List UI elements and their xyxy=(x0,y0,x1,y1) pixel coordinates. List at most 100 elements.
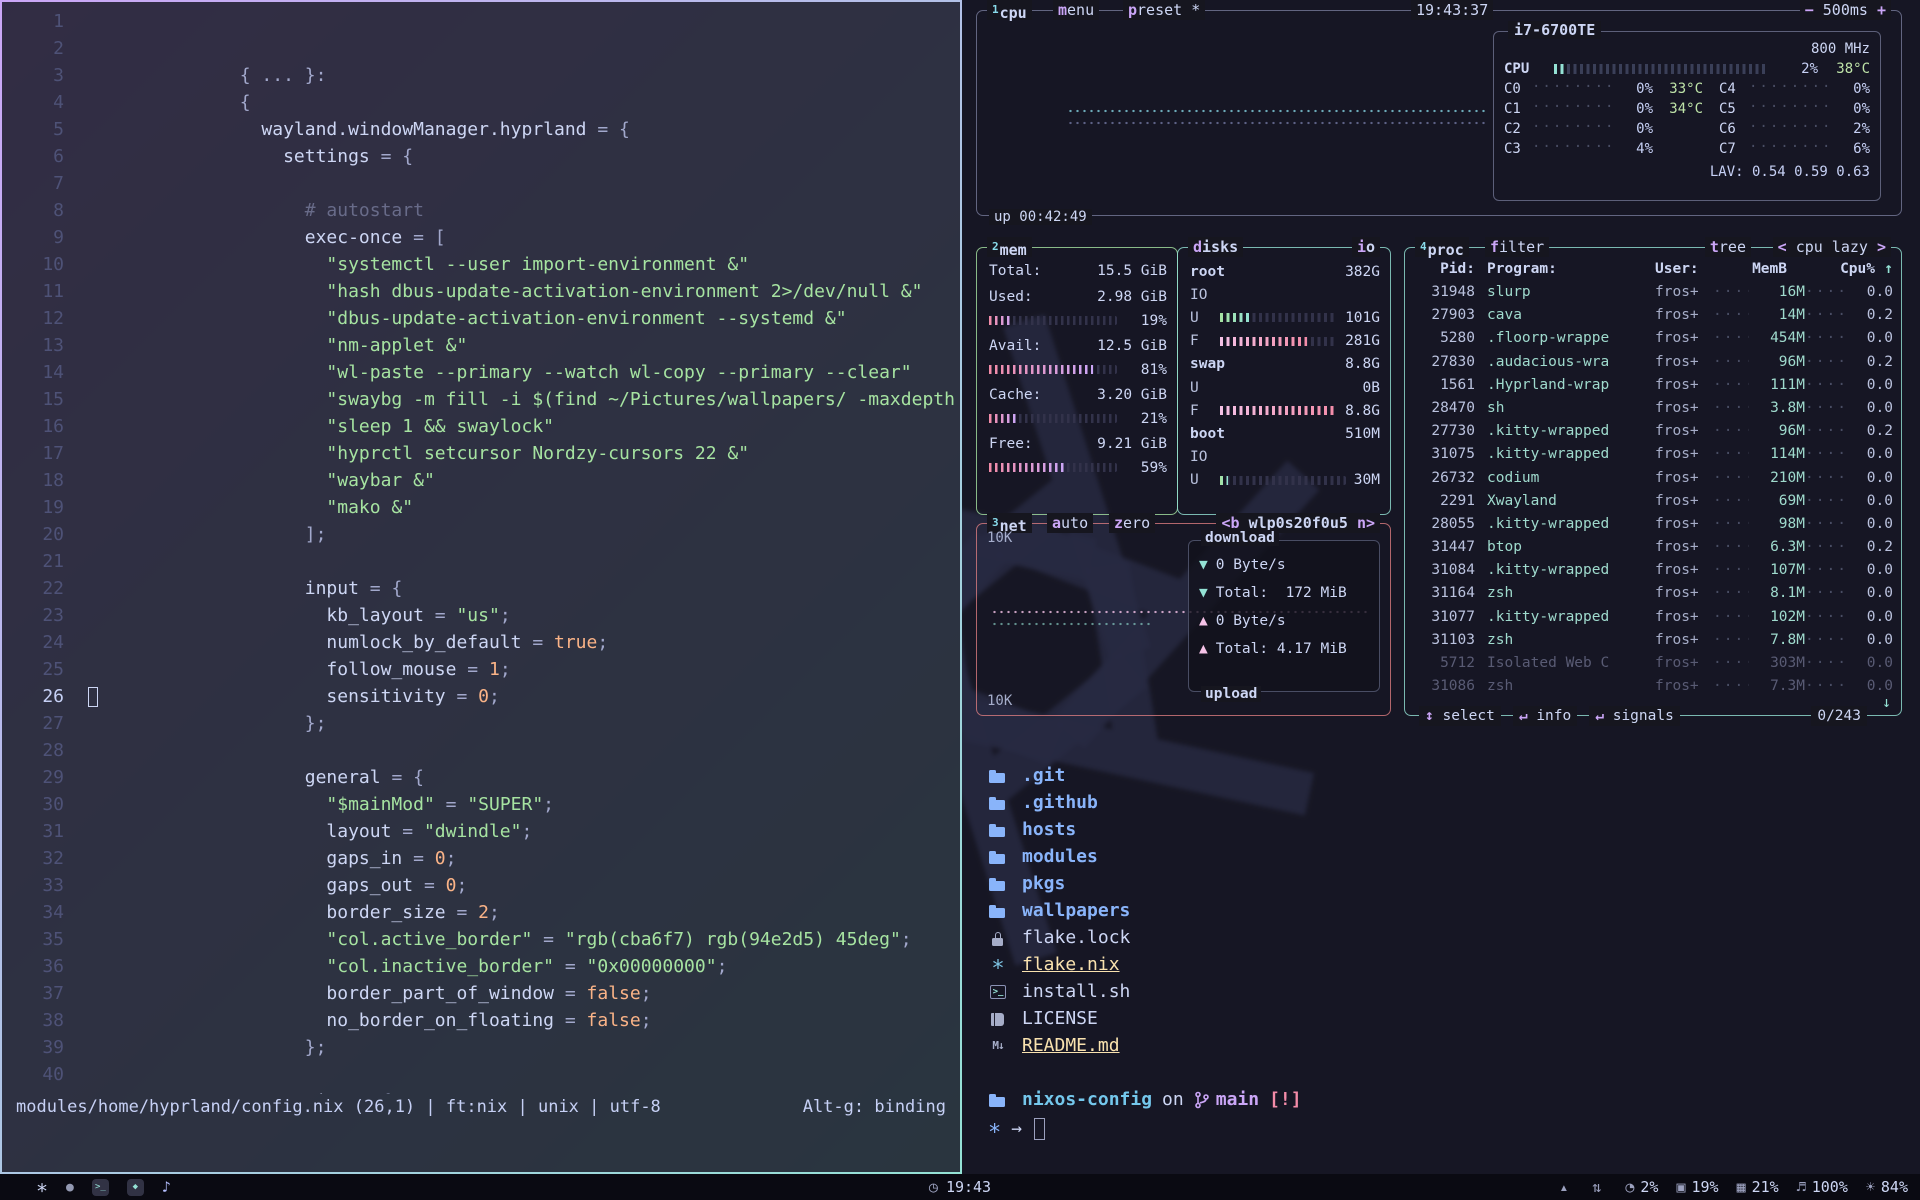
code-line[interactable]: 36 no_border_on_floating = false; xyxy=(2,953,960,980)
taskbar-app-icon[interactable]: >_ xyxy=(92,1179,109,1196)
proc-filter-button[interactable]: filter xyxy=(1485,237,1549,257)
proc-footer-action[interactable]: ↕ select xyxy=(1419,706,1501,726)
btop-cpu-tab[interactable]: 1cpu xyxy=(987,0,1032,20)
terminal-window: .git .github hosts xyxy=(962,734,1920,1174)
btop-menu-button[interactable]: menu xyxy=(1053,0,1099,20)
taskbar-app-icon[interactable]: ◆ xyxy=(127,1179,144,1196)
code-line[interactable]: 32 border_size = 2; xyxy=(2,845,960,872)
process-row[interactable]: 5280 .floorp-wrappe fros+ 454M 0.0 xyxy=(1405,327,1901,350)
code-line[interactable]: 18 ]; xyxy=(2,467,960,494)
process-row[interactable]: 27730 .kitty-wrapped fros+ 96M 0.2 xyxy=(1405,420,1901,443)
code-token: = { xyxy=(587,119,630,140)
proc-footer-action[interactable]: ↵ signals xyxy=(1589,706,1680,726)
statusbar-module[interactable]: ♬ 100% xyxy=(1797,1178,1848,1196)
shell-input-line[interactable]: ∗ → xyxy=(988,1115,1920,1142)
btop-preset-button[interactable]: preset * xyxy=(1123,0,1205,20)
scroll-down-icon[interactable]: ↓ xyxy=(1882,693,1891,711)
taskbar-app-icon[interactable]: ♪ xyxy=(162,1178,171,1196)
code-line[interactable]: 7 exec-once = [ xyxy=(2,170,960,197)
statusbar-module[interactable]: ◔ 2% xyxy=(1625,1178,1658,1196)
net-scale-top: 10K xyxy=(987,530,1012,546)
code-line[interactable]: 4 settings = { xyxy=(2,89,960,116)
code-line[interactable]: 34 "col.inactive_border" = "0x00000000"; xyxy=(2,899,960,926)
net-stat-row: ▼ 0 Byte/s xyxy=(1189,551,1379,579)
code-line[interactable]: 8 "systemctl --user import-environment &… xyxy=(2,197,960,224)
btop-proc-tab[interactable]: 4proc xyxy=(1415,237,1469,257)
process-row[interactable]: 31075 .kitty-wrapped fros+ 114M 0.0 xyxy=(1405,443,1901,466)
process-row[interactable]: 31164 zsh fros+ 8.1M 0.0 xyxy=(1405,582,1901,605)
code-line[interactable]: 28 "$mainMod" = "SUPER"; xyxy=(2,737,960,764)
line-text xyxy=(88,494,261,521)
line-number: 1 xyxy=(2,8,88,35)
process-row[interactable]: 27903 cava fros+ 14M 0.2 xyxy=(1405,304,1901,327)
mem-row: Used: 2.98 GiB 19% xyxy=(989,286,1167,332)
line-number: 18 xyxy=(2,467,88,494)
line-text: disable_autoreload = true; xyxy=(88,1061,608,1088)
process-row[interactable]: 27830 .audacious-wra fros+ 96M 0.2 xyxy=(1405,351,1901,374)
code-token: ; xyxy=(500,659,511,680)
code-line[interactable]: 22 numlock_by_default = true; xyxy=(2,575,960,602)
statusbar-module[interactable]: ▦ 21% xyxy=(1737,1178,1779,1196)
line-number: 10 xyxy=(2,251,88,278)
taskbar-app-icon[interactable]: ∗ xyxy=(36,1177,48,1197)
process-row[interactable]: 31086 zsh fros+ 7.3M 0.0 xyxy=(1405,675,1901,698)
code-line[interactable]: 23 follow_mouse = 1; xyxy=(2,602,960,629)
process-row[interactable]: 26732 codium fros+ 210M 0.0 xyxy=(1405,467,1901,490)
net-zero-toggle[interactable]: zero xyxy=(1109,513,1155,533)
taskbar-app-icon[interactable]: ● xyxy=(66,1180,74,1195)
code-line[interactable]: 3 wayland.windowManager.hyprland = { xyxy=(2,62,960,89)
code-line[interactable]: 40 disable_autoreload = true; xyxy=(2,1061,960,1088)
code-line[interactable]: 39 misc = { xyxy=(2,1034,960,1061)
code-line[interactable]: 24 sensitivity = 0; xyxy=(2,629,960,656)
cpu-usage-graph-2 xyxy=(1067,121,1485,125)
process-row[interactable]: 2291 Xwayland fros+ 69M 0.0 xyxy=(1405,490,1901,513)
proc-table-header[interactable]: Pid: Program: User: MemB Cpu% ↑ xyxy=(1405,257,1901,281)
code-line[interactable]: 19 xyxy=(2,494,960,521)
btop-interval-control[interactable]: − 500ms + xyxy=(1800,0,1891,20)
code-line[interactable]: 20 input = { xyxy=(2,521,960,548)
code-line[interactable]: 9 "hash dbus-update-activation-environme… xyxy=(2,224,960,251)
statusbar-module[interactable]: ▴ xyxy=(1559,1178,1574,1196)
clock-module[interactable]: ◷ 19:43 xyxy=(929,1178,991,1196)
cpu-core-row: C3 4% C7 6% xyxy=(1494,139,1880,159)
line-number: 30 xyxy=(2,791,88,818)
code-line[interactable]: 27 general = { xyxy=(2,710,960,737)
code-line[interactable]: 2 { xyxy=(2,35,960,62)
code-token: "mako &" xyxy=(240,497,413,518)
proc-tree-toggle[interactable]: tree xyxy=(1705,237,1751,257)
module-icon: ▴ xyxy=(1559,1178,1568,1196)
proc-footer-action[interactable]: ↵ info xyxy=(1513,706,1577,726)
process-row[interactable]: 28055 .kitty-wrapped fros+ 98M 0.0 xyxy=(1405,513,1901,536)
code-line[interactable]: 10 "dbus-update-activation-environment -… xyxy=(2,251,960,278)
process-row[interactable]: 5712 Isolated Web C fros+ 303M 0.0 xyxy=(1405,652,1901,675)
process-row[interactable]: 31077 .kitty-wrapped fros+ 102M 0.0 xyxy=(1405,606,1901,629)
statusbar-module[interactable]: ☀ 84% xyxy=(1866,1178,1908,1196)
code-line[interactable]: 6 # autostart xyxy=(2,143,960,170)
btop-io-toggle[interactable]: io xyxy=(1352,237,1380,257)
net-auto-toggle[interactable]: auto xyxy=(1047,513,1093,533)
statusbar-module[interactable]: ▣ 19% xyxy=(1676,1178,1718,1196)
btop-disks-tab[interactable]: disks xyxy=(1188,237,1243,257)
process-row[interactable]: 31084 .kitty-wrapped fros+ 107M 0.0 xyxy=(1405,559,1901,582)
line-text: "swaybg -m fill -i $(find ~/Pictures/wal… xyxy=(88,332,960,359)
process-row[interactable]: 31103 zsh fros+ 7.8M 0.0 xyxy=(1405,629,1901,652)
module-icon: ▣ xyxy=(1676,1178,1685,1196)
line-text: border_part_of_window = false; xyxy=(88,926,652,953)
code-line[interactable]: 33 "col.active_border" = "rgb(cba6f7) rg… xyxy=(2,872,960,899)
proc-sort-selector[interactable]: < cpu lazy > xyxy=(1773,237,1891,257)
line-text: exec-once = [ xyxy=(88,170,446,197)
btop-mem-tab[interactable]: 2mem xyxy=(987,237,1032,257)
code-line[interactable]: 1 { ... }: xyxy=(2,8,960,35)
process-row[interactable]: 31447 btop fros+ 6.3M 0.2 xyxy=(1405,536,1901,559)
statusbar-right-modules: ▴ ⇅ ◔ 2% ▣ 19% ▦ xyxy=(1559,1178,1908,1196)
code-line[interactable]: 13 "swaybg -m fill -i $(find ~/Pictures/… xyxy=(2,332,960,359)
code-line[interactable]: 21 kb_layout = "us"; xyxy=(2,548,960,575)
code-line[interactable]: 29 layout = "dwindle"; xyxy=(2,764,960,791)
mem-meter xyxy=(989,463,1117,472)
code-line[interactable]: 12 "wl-paste --primary --watch wl-copy -… xyxy=(2,305,960,332)
editor-buffer[interactable]: 1 { ... }: 2 { xyxy=(2,2,960,1094)
process-row[interactable]: 28470 sh fros+ 3.8M 0.0 xyxy=(1405,397,1901,420)
process-row[interactable]: 31948 slurp fros+ 16M 0.0 xyxy=(1405,281,1901,304)
statusbar-module[interactable]: ⇅ xyxy=(1592,1178,1607,1196)
process-row[interactable]: 1561 .Hyprland-wrap fros+ 111M 0.0 xyxy=(1405,374,1901,397)
